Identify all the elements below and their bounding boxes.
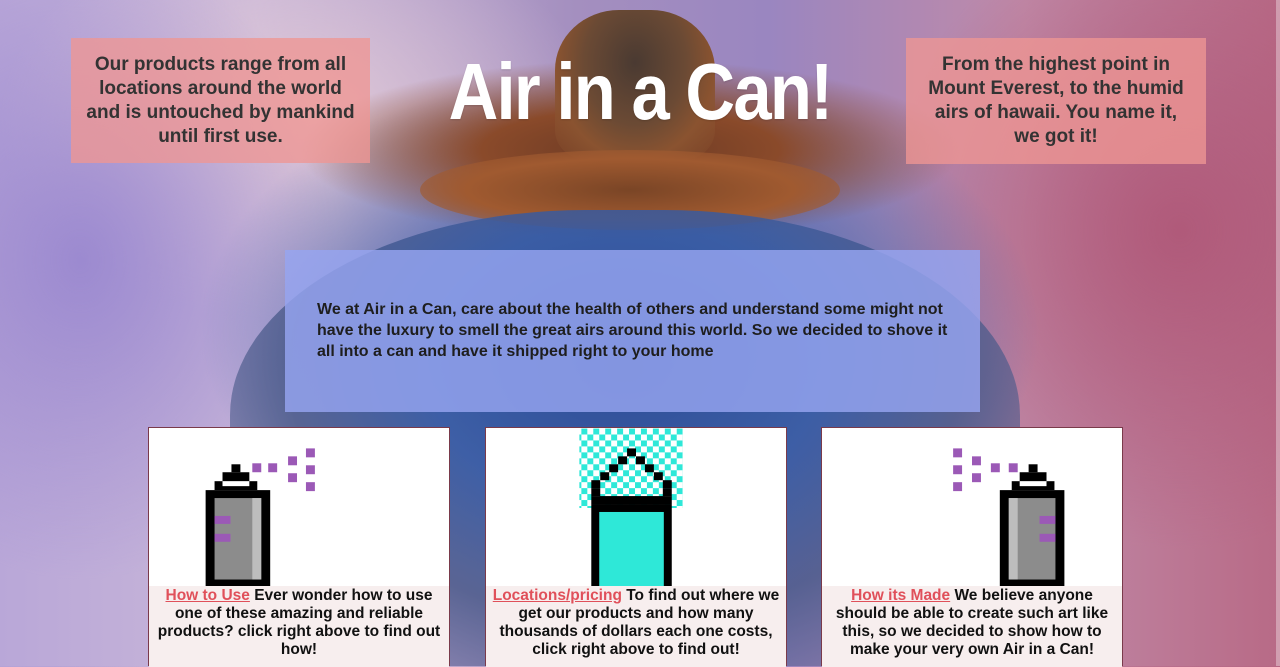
card-locations-pricing: Locations/pricing To find out where we g… bbox=[485, 427, 787, 667]
card-caption: Locations/pricing To find out where we g… bbox=[486, 586, 786, 667]
spray-can-icon bbox=[205, 448, 315, 588]
about-panel: We at Air in a Can, care about the healt… bbox=[285, 250, 980, 412]
right-info-panel: From the highest point in Mount Everest,… bbox=[906, 38, 1206, 164]
card-how-its-made: How its Made We believe anyone should be… bbox=[821, 427, 1123, 667]
page-title: Air in a Can! bbox=[448, 47, 834, 136]
air-can-icon bbox=[579, 428, 683, 588]
left-info-text: Our products range from all locations ar… bbox=[86, 53, 355, 147]
how-its-made-link[interactable]: How its Made bbox=[851, 587, 950, 604]
card-caption: How its Made We believe anyone should be… bbox=[822, 586, 1122, 667]
locations-pricing-link[interactable]: Locations/pricing bbox=[493, 587, 622, 604]
card-how-to-use: How to Use Ever wonder how to use one of… bbox=[148, 427, 450, 667]
scrollbar[interactable] bbox=[1276, 0, 1280, 666]
right-info-text: From the highest point in Mount Everest,… bbox=[928, 54, 1184, 147]
left-info-panel: Our products range from all locations ar… bbox=[71, 38, 370, 163]
card-caption: How to Use Ever wonder how to use one of… bbox=[149, 586, 449, 667]
how-to-use-link[interactable]: How to Use bbox=[166, 587, 250, 604]
spray-can-icon bbox=[953, 448, 1065, 588]
about-text: We at Air in a Can, care about the healt… bbox=[317, 301, 948, 360]
